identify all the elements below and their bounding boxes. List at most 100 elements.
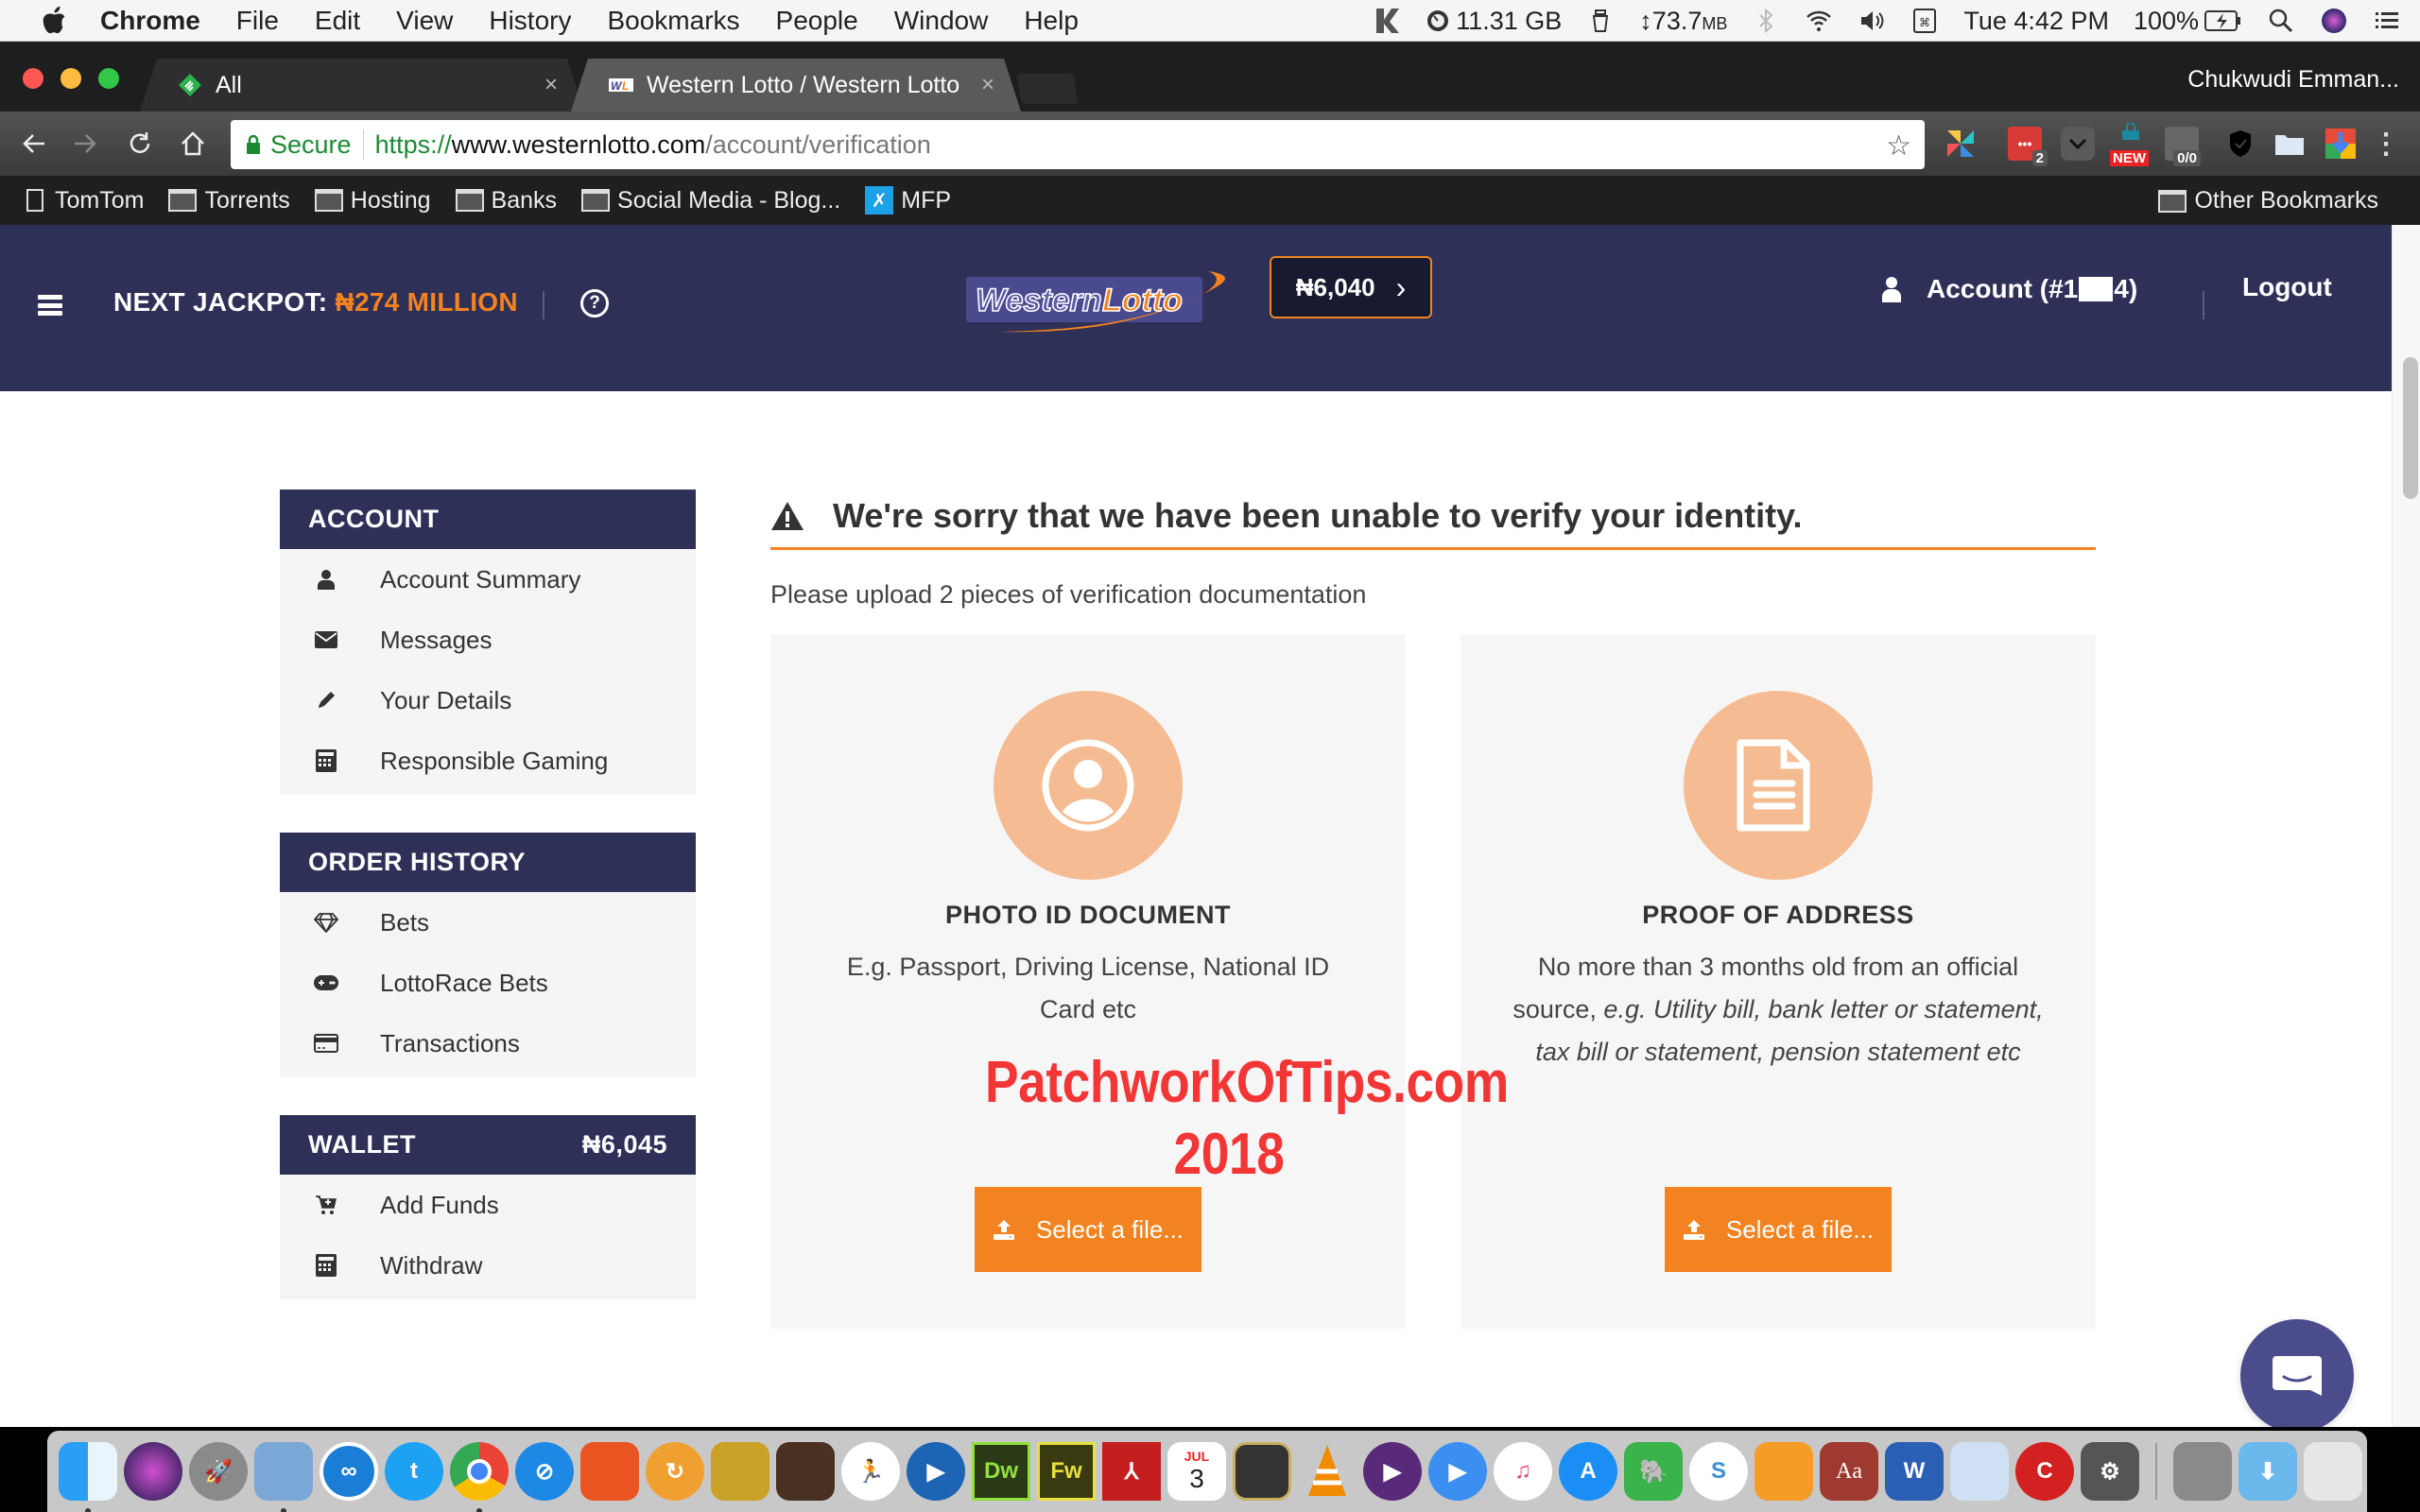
dock-mail-icon[interactable]: [254, 1442, 313, 1512]
dock-finder-icon[interactable]: [59, 1442, 117, 1512]
menu-file[interactable]: File: [236, 6, 279, 36]
dock-dictionary-icon[interactable]: Aa: [1820, 1442, 1878, 1501]
dock-transmit-icon[interactable]: [580, 1442, 639, 1501]
live-chat-button[interactable]: [2240, 1319, 2354, 1427]
photo-id-select-file-button[interactable]: Select a file...: [975, 1187, 1201, 1272]
battery-status[interactable]: 100%: [2134, 7, 2242, 36]
window-zoom-button[interactable]: [98, 68, 119, 89]
menu-people[interactable]: People: [776, 6, 858, 36]
sidebar-item-lottorace-bets[interactable]: LottoRace Bets: [280, 953, 696, 1013]
menu-help[interactable]: Help: [1024, 6, 1079, 36]
dock-running-icon[interactable]: 🏃: [841, 1442, 900, 1501]
network-status[interactable]: ↕73.7MB: [1639, 7, 1727, 36]
dock-ibooks-icon[interactable]: [1754, 1442, 1813, 1501]
new-tab-button[interactable]: [1016, 74, 1079, 104]
back-button[interactable]: [15, 125, 53, 163]
tab-close-icon[interactable]: ×: [544, 72, 558, 98]
apple-logo-icon[interactable]: [40, 6, 68, 36]
memory-status[interactable]: 11.31 GB: [1426, 7, 1562, 36]
tab-close-icon[interactable]: ×: [981, 72, 994, 98]
dock-chrome-icon[interactable]: [450, 1442, 509, 1512]
bookmark-star-icon[interactable]: ☆: [1886, 129, 1911, 163]
ext-parrot-icon[interactable]: 0/0: [2165, 127, 2201, 166]
menu-history[interactable]: History: [489, 6, 571, 36]
sidebar-item-withdraw[interactable]: Withdraw: [280, 1235, 696, 1296]
dock-sync-icon[interactable]: ↻: [646, 1442, 704, 1501]
menu-view[interactable]: View: [396, 6, 453, 36]
help-icon[interactable]: ?: [580, 289, 609, 318]
dock-safari-icon[interactable]: ⊘: [515, 1442, 574, 1501]
dock-itunes-icon[interactable]: ♫: [1494, 1442, 1552, 1501]
dock-vlc-icon[interactable]: [1298, 1442, 1357, 1501]
forward-button[interactable]: [66, 125, 104, 163]
other-bookmarks[interactable]: Other Bookmarks: [2158, 187, 2378, 215]
tab-western-lotto[interactable]: WL Western Lotto / Western Lotto ×: [571, 59, 1021, 112]
notification-center-icon[interactable]: [2373, 7, 2401, 35]
command-window-icon[interactable]: ⌘: [1910, 7, 1939, 35]
menu-window[interactable]: Window: [894, 6, 989, 36]
dock-downloads-folder-icon[interactable]: ⬇: [2238, 1442, 2297, 1501]
ext-lastpass-icon[interactable]: ••• 2: [2008, 127, 2048, 166]
dock-calendar-icon[interactable]: JUL 3: [1167, 1442, 1226, 1501]
sidebar-item-messages[interactable]: Messages: [280, 610, 696, 670]
bookmark-social-media[interactable]: Social Media - Blog...: [581, 187, 840, 215]
profile-name[interactable]: Chukwudi Emman...: [2187, 66, 2399, 94]
dock-player-icon[interactable]: ▶: [1428, 1442, 1487, 1501]
window-close-button[interactable]: [23, 68, 43, 89]
k-app-icon[interactable]: [1373, 7, 1401, 35]
home-button[interactable]: [174, 125, 212, 163]
ext-shield-icon[interactable]: [2223, 127, 2257, 161]
ext-shopping-icon[interactable]: NEW: [2110, 123, 2149, 166]
chrome-menu-icon[interactable]: ⋮: [2369, 127, 2403, 161]
sidebar-item-bets[interactable]: Bets: [280, 892, 696, 953]
sidebar-item-your-details[interactable]: Your Details: [280, 670, 696, 730]
dock-acrobat-icon[interactable]: ⅄: [1102, 1442, 1161, 1501]
bookmark-torrents[interactable]: Torrents: [168, 187, 290, 215]
dock-system-preferences-icon[interactable]: ⚙: [2081, 1442, 2139, 1501]
scrollbar-thumb[interactable]: [2403, 357, 2418, 499]
dock-fireworks-icon[interactable]: Fw: [1037, 1442, 1096, 1501]
dock-textedit-icon[interactable]: [1950, 1442, 2009, 1501]
window-minimize-button[interactable]: [60, 68, 81, 89]
account-link[interactable]: Account (#1 4): [1881, 274, 2137, 304]
dock-twitter-icon[interactable]: t: [385, 1442, 443, 1501]
ext-pocket-icon[interactable]: [2061, 127, 2095, 161]
sidebar-item-responsible-gaming[interactable]: Responsible Gaming: [280, 730, 696, 791]
spotlight-search-icon[interactable]: [2267, 7, 2295, 35]
dock-movie-player-pro-icon[interactable]: ▶: [907, 1442, 965, 1501]
dock-podcast-icon[interactable]: ▶: [1363, 1442, 1422, 1501]
dock-simplenote-icon[interactable]: S: [1689, 1442, 1748, 1501]
dock-trash-icon[interactable]: [2304, 1442, 2362, 1501]
bookmark-banks[interactable]: Banks: [455, 187, 557, 215]
sidebar-item-account-summary[interactable]: Account Summary: [280, 549, 696, 610]
dock-launchpad-icon[interactable]: 🚀: [189, 1442, 248, 1501]
siri-icon[interactable]: [2320, 7, 2348, 35]
balance-button[interactable]: ₦6,040 ›: [1270, 256, 1432, 318]
sidebar-item-transactions[interactable]: Transactions: [280, 1013, 696, 1074]
dock-ccleaner-icon[interactable]: C: [2015, 1442, 2074, 1501]
ext-downloader-icon[interactable]: [2324, 127, 2358, 161]
bluetooth-icon[interactable]: [1752, 7, 1780, 35]
dock-word-icon[interactable]: W: [1885, 1442, 1944, 1501]
bookmark-hosting[interactable]: Hosting: [314, 187, 431, 215]
bookmark-mfp[interactable]: ✗ MFP: [865, 186, 951, 215]
menu-edit[interactable]: Edit: [315, 6, 360, 36]
dock-disk-icon[interactable]: [2173, 1442, 2232, 1501]
reload-button[interactable]: [121, 125, 159, 163]
ext-folder-icon[interactable]: [2273, 127, 2307, 161]
dock-siri-icon[interactable]: [124, 1442, 182, 1501]
dock-image-capture-icon[interactable]: [776, 1442, 835, 1501]
clock[interactable]: Tue 4:42 PM: [1963, 7, 2109, 36]
sidebar-item-add-funds[interactable]: Add Funds: [280, 1175, 696, 1235]
dock-dreamweaver-icon[interactable]: Dw: [972, 1442, 1030, 1501]
bookmark-tomtom[interactable]: TomTom: [26, 187, 144, 215]
logout-link[interactable]: Logout: [2242, 272, 2332, 302]
menu-app-name[interactable]: Chrome: [100, 6, 200, 36]
page-scrollbar[interactable]: [2392, 225, 2420, 1427]
dock-app-store-icon[interactable]: A: [1559, 1442, 1617, 1501]
tab-all[interactable]: All ×: [140, 59, 584, 112]
dock-evernote-icon[interactable]: 🐘: [1624, 1442, 1683, 1501]
dock-forklift-icon[interactable]: [711, 1442, 769, 1501]
ext-pinwheel-icon[interactable]: [1944, 127, 1978, 161]
wifi-icon[interactable]: [1805, 7, 1833, 35]
